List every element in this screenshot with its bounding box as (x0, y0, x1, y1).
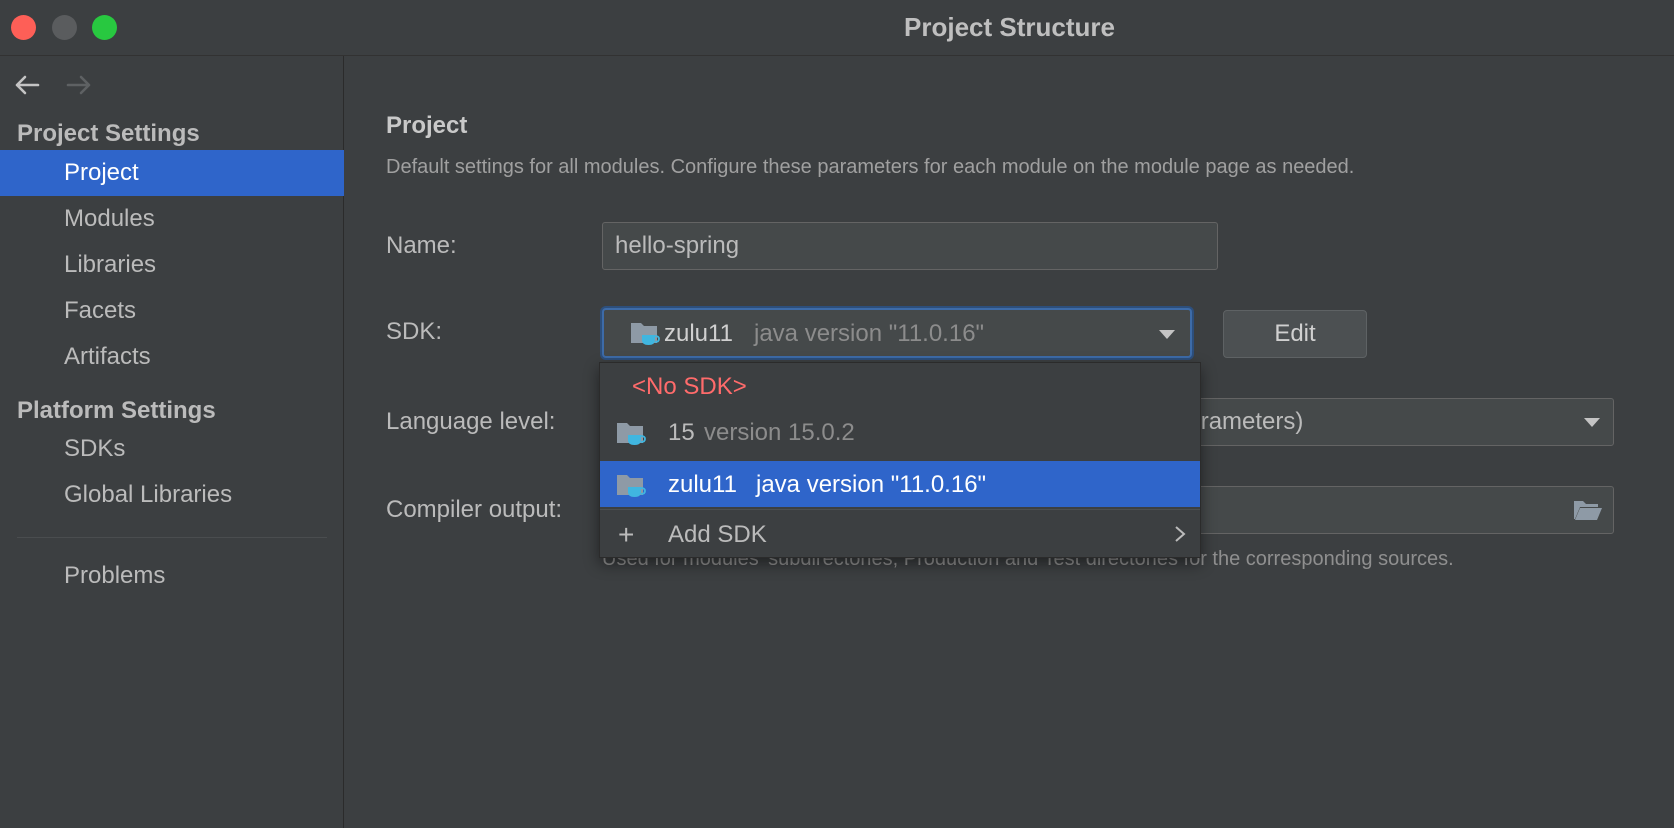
sdk-selected-name: zulu11 (664, 320, 733, 347)
page-title: Project (386, 112, 468, 139)
compiler-output-input[interactable] (1145, 486, 1614, 534)
chevron-down-icon (1159, 330, 1175, 339)
add-sdk-menu-item[interactable]: + Add SDK (600, 511, 1200, 557)
sidebar-item-problems[interactable]: Problems (0, 553, 344, 599)
sdk-label: SDK: (386, 318, 443, 345)
sdk-dropdown[interactable]: zulu11 java version "11.0.16" (602, 308, 1192, 358)
sidebar-header-platform-settings: Platform Settings (17, 397, 216, 424)
chevron-right-icon (1175, 526, 1186, 542)
sdk-option-name: 15 (668, 419, 695, 446)
sidebar-item-sdks[interactable]: SDKs (0, 426, 344, 472)
chevron-down-icon (1584, 418, 1600, 427)
edit-sdk-button[interactable]: Edit (1223, 310, 1367, 358)
sdk-popup-list: <No SDK> 15 version 15.0.2 zulu11 java v… (599, 362, 1201, 558)
sidebar-header-project-settings: Project Settings (17, 120, 200, 147)
title-bar: Project Structure (0, 0, 1674, 56)
language-level-dropdown[interactable]: a parameters) (1145, 398, 1614, 446)
add-sdk-label: Add SDK (668, 521, 767, 548)
name-label: Name: (386, 232, 457, 259)
popup-separator (600, 509, 1200, 510)
sdk-option-name: zulu11 (668, 471, 737, 498)
project-structure-window: Project Structure Project Settings Proje… (0, 0, 1674, 828)
sidebar-item-facets[interactable]: Facets (0, 288, 344, 334)
jdk-folder-icon (631, 323, 660, 345)
page-description: Default settings for all modules. Config… (386, 156, 1355, 178)
sdk-option-version: java version "11.0.16" (756, 471, 987, 498)
window-title: Project Structure (904, 12, 1115, 42)
plus-icon: + (618, 519, 635, 550)
arrow-right-icon[interactable] (64, 70, 94, 100)
language-level-label: Language level: (386, 408, 556, 435)
compiler-output-label: Compiler output: (386, 496, 563, 523)
sidebar-divider (17, 537, 327, 538)
sidebar-item-modules[interactable]: Modules (0, 196, 344, 242)
jdk-folder-icon (617, 423, 646, 445)
sdk-option-zulu11[interactable]: zulu11 java version "11.0.16" (600, 461, 1200, 507)
sidebar-item-libraries[interactable]: Libraries (0, 242, 344, 288)
sidebar-item-project[interactable]: Project (0, 150, 344, 196)
folder-open-icon[interactable] (1573, 498, 1603, 522)
project-name-input[interactable]: hello-spring (602, 222, 1218, 270)
sidebar-item-artifacts[interactable]: Artifacts (0, 334, 344, 380)
sdk-option-version: version 15.0.2 (704, 419, 855, 446)
sdk-selected-version: java version "11.0.16" (754, 320, 985, 347)
sidebar-item-global-libraries[interactable]: Global Libraries (0, 472, 344, 518)
sdk-option-15[interactable]: 15 version 15.0.2 (600, 409, 1200, 455)
sdk-option-no-sdk[interactable]: <No SDK> (600, 363, 1200, 409)
sidebar: Project Settings Project Modules Librari… (0, 56, 344, 828)
jdk-folder-icon (617, 475, 646, 497)
no-sdk-label: <No SDK> (632, 373, 747, 400)
arrow-left-icon[interactable] (12, 70, 42, 100)
